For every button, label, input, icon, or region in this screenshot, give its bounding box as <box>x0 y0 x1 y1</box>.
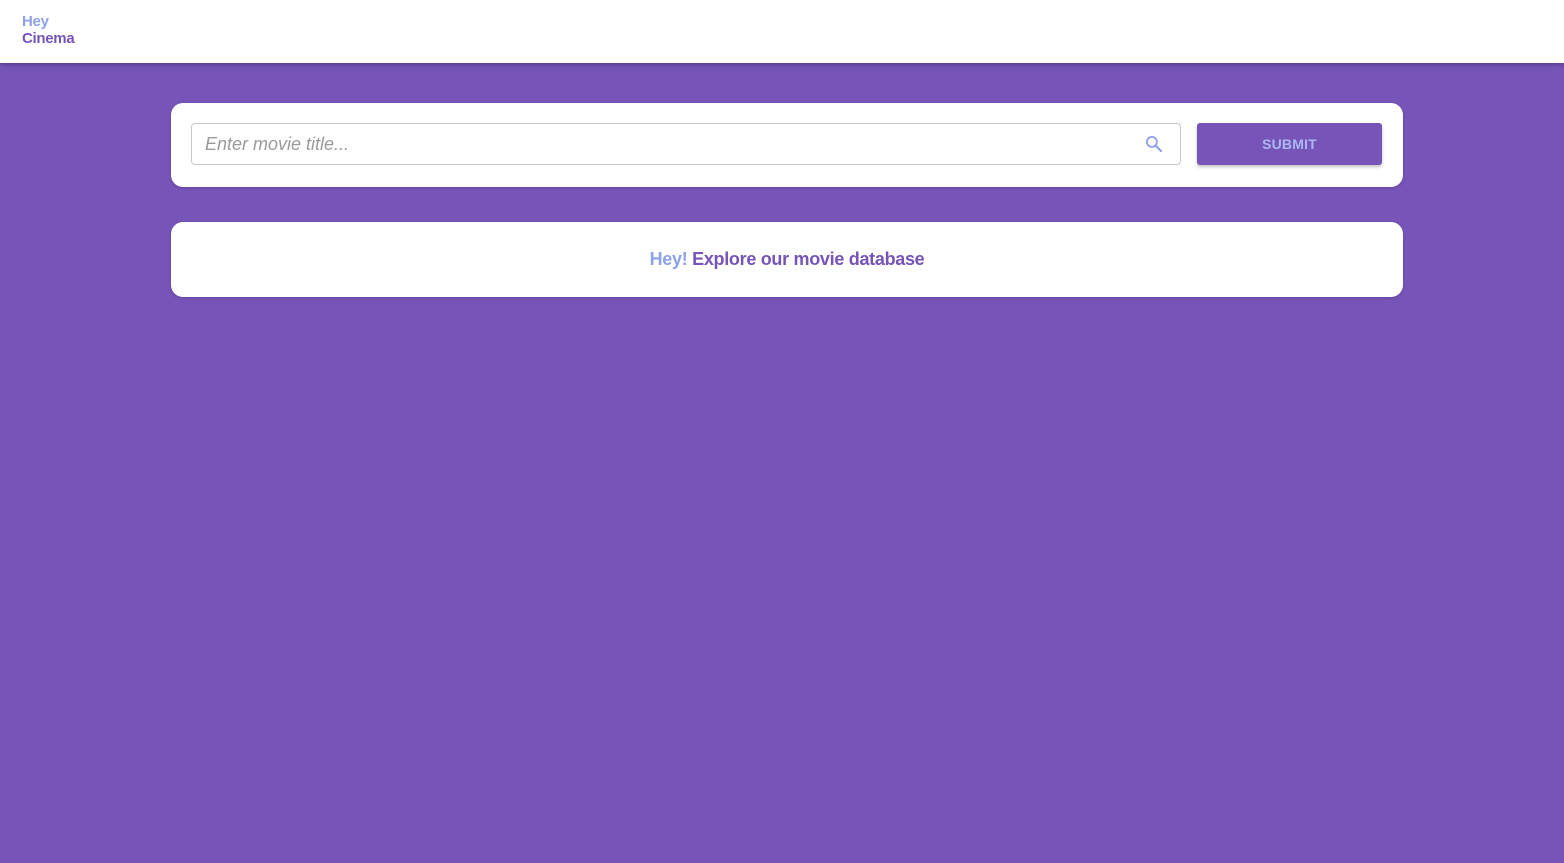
search-field[interactable] <box>191 123 1181 165</box>
welcome-card: Hey! Explore our movie database <box>171 222 1403 297</box>
logo-hey: Hey <box>22 13 49 30</box>
welcome-explore-text: Explore our movie database <box>692 249 925 269</box>
logo-cinema: Cinema <box>22 30 75 47</box>
submit-button[interactable]: SUBMIT <box>1197 123 1382 165</box>
welcome-message: Hey! Explore our movie database <box>171 248 1403 270</box>
search-icon[interactable] <box>1144 134 1164 154</box>
logo[interactable]: Hey Cinema <box>22 13 75 47</box>
search-input[interactable] <box>192 124 1132 164</box>
search-card: SUBMIT <box>171 103 1403 187</box>
welcome-hey: Hey! <box>649 249 688 269</box>
top-bar: Hey Cinema <box>0 0 1564 63</box>
